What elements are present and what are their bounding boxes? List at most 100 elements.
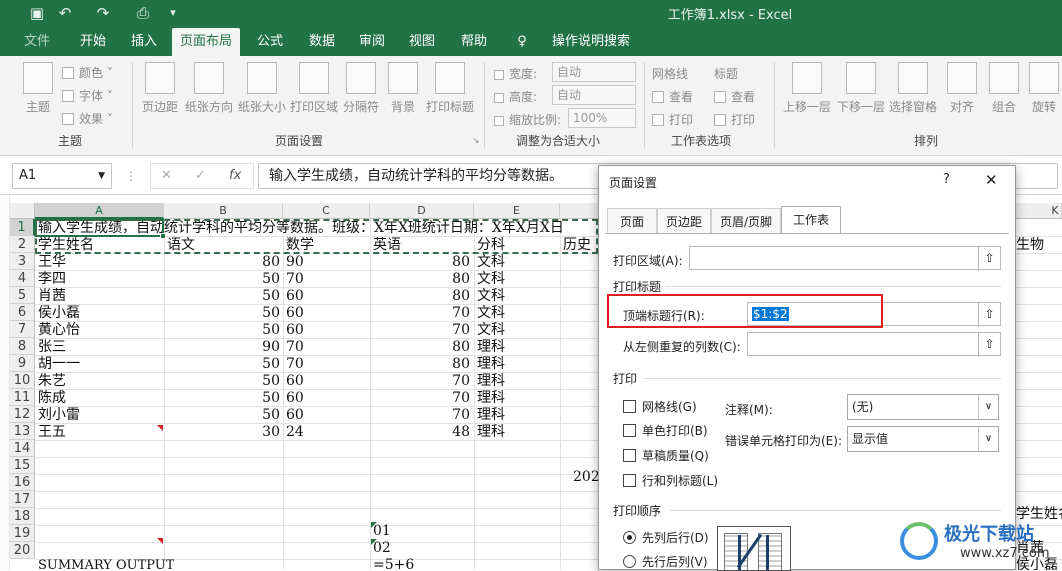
select-all-corner[interactable] [10, 203, 35, 219]
height-select[interactable]: 自动 [552, 85, 636, 105]
tab-help[interactable]: 帮助 [450, 28, 498, 56]
tab-view[interactable]: 视图 [398, 28, 446, 56]
size-button[interactable]: 纸张大小 [236, 62, 288, 115]
chinese-score-cell[interactable]: 50 [164, 407, 280, 424]
row-header[interactable]: 9 [10, 355, 35, 372]
gridlines-checkbox[interactable]: 网格线(G) [623, 398, 697, 415]
group-button[interactable]: 组合 [984, 62, 1024, 115]
headings-view-checkbox[interactable]: 查看 [714, 88, 755, 105]
track-cell[interactable]: 理科 [477, 373, 505, 390]
chinese-score-cell[interactable]: 50 [164, 288, 280, 305]
row-header[interactable]: 19 [10, 525, 35, 542]
row-header[interactable]: 12 [10, 406, 35, 423]
tab-file[interactable]: 文件 [14, 28, 60, 56]
insert-function-icon[interactable]: fx [229, 168, 241, 183]
student-name-cell[interactable]: 侯小磊 [38, 305, 80, 322]
english-score-cell[interactable]: 70 [370, 305, 470, 322]
student-name-cell[interactable]: 张三 [38, 339, 66, 356]
student-name-cell[interactable]: 王华 [38, 254, 66, 271]
column-header-b[interactable]: B [164, 203, 283, 219]
chinese-score-cell[interactable]: 90 [164, 339, 280, 356]
cell-d18[interactable]: 01 [373, 523, 391, 540]
track-cell[interactable]: 文科 [477, 288, 505, 305]
close-button[interactable]: ✕ [985, 171, 998, 189]
chinese-score-cell[interactable]: 50 [164, 322, 280, 339]
column-header-e[interactable]: E [474, 203, 560, 219]
tab-sheet[interactable]: 工作表 [781, 206, 841, 234]
tab-page-layout[interactable]: 页面布局 [172, 28, 240, 56]
english-score-cell[interactable]: 80 [370, 254, 470, 271]
tab-formulas[interactable]: 公式 [246, 28, 294, 56]
collapse-icon[interactable]: ⇧ [978, 303, 1000, 327]
tab-page[interactable]: 页面 [607, 208, 657, 234]
track-cell[interactable]: 理科 [477, 424, 505, 441]
margins-button[interactable]: 页边距 [140, 62, 180, 115]
row-col-headings-checkbox[interactable]: 行和列标题(L) [623, 472, 718, 489]
rotate-button[interactable]: 旋转 [1026, 62, 1062, 115]
black-white-checkbox[interactable]: 单色打印(B) [623, 422, 708, 439]
chinese-score-cell[interactable]: 50 [164, 356, 280, 373]
chinese-score-cell[interactable]: 30 [164, 424, 280, 441]
draft-quality-checkbox[interactable]: 草稿质量(Q) [623, 447, 709, 464]
track-cell[interactable]: 理科 [477, 339, 505, 356]
effects-button[interactable]: 效果 ˅ [62, 110, 113, 127]
row-header[interactable]: 13 [10, 423, 35, 440]
english-score-cell[interactable]: 80 [370, 271, 470, 288]
math-score-cell[interactable]: 60 [286, 288, 304, 305]
tab-review[interactable]: 审阅 [348, 28, 396, 56]
align-button[interactable]: 对齐 [942, 62, 982, 115]
print-titles-button[interactable]: 打印标题 [424, 62, 476, 115]
tell-me-search[interactable]: 操作说明搜索 [536, 28, 646, 56]
student-name-cell[interactable]: 李四 [38, 271, 66, 288]
row-header[interactable]: 5 [10, 287, 35, 304]
chinese-score-cell[interactable]: 50 [164, 390, 280, 407]
comments-select[interactable]: (无) ∨ [847, 394, 999, 420]
errors-select[interactable]: 显示值 ∨ [847, 426, 999, 452]
student-name-cell[interactable]: 胡一一 [38, 356, 80, 373]
orientation-button[interactable]: 纸张方向 [183, 62, 235, 115]
row-header[interactable]: 17 [10, 491, 35, 508]
print-preview-icon[interactable]: ⎙ [134, 3, 152, 23]
math-score-cell[interactable]: 60 [286, 305, 304, 322]
row-header[interactable]: 2 [10, 236, 35, 253]
cols-repeat-input[interactable]: ⇧ [747, 332, 1001, 357]
over-then-down-radio[interactable]: 先行后列(V) [623, 553, 708, 570]
track-cell[interactable]: 理科 [477, 356, 505, 373]
english-score-cell[interactable]: 70 [370, 390, 470, 407]
print-area-button[interactable]: 打印区域 [289, 62, 339, 115]
column-header-a[interactable]: A [35, 203, 164, 219]
math-score-cell[interactable]: 70 [286, 271, 304, 288]
width-select[interactable]: 自动 [552, 62, 636, 82]
print-area-input[interactable]: ⇧ [689, 246, 1001, 271]
row-header[interactable]: 8 [10, 338, 35, 355]
scale-input[interactable]: 100% [568, 108, 636, 128]
student-name-cell[interactable]: 肖茜 [38, 288, 66, 305]
english-score-cell[interactable]: 70 [370, 407, 470, 424]
math-score-cell[interactable]: 60 [286, 390, 304, 407]
english-score-cell[interactable]: 80 [370, 339, 470, 356]
column-header-d[interactable]: D [370, 203, 474, 219]
english-score-cell[interactable]: 70 [370, 322, 470, 339]
math-score-cell[interactable]: 60 [286, 407, 304, 424]
student-name-cell[interactable]: 陈成 [38, 390, 66, 407]
student-name-cell[interactable]: 刘小雷 [38, 407, 80, 424]
row-header[interactable]: 7 [10, 321, 35, 338]
help-button[interactable]: ? [943, 172, 950, 187]
student-name-cell[interactable]: 朱艺 [38, 373, 66, 390]
math-score-cell[interactable]: 60 [286, 373, 304, 390]
column-header-c[interactable]: C [283, 203, 370, 219]
send-backward-button[interactable]: 下移一层 [834, 62, 888, 115]
english-score-cell[interactable]: 80 [370, 356, 470, 373]
tab-margins[interactable]: 页边距 [657, 208, 711, 234]
row-header[interactable]: 20 [10, 542, 35, 559]
fonts-button[interactable]: 字体 ˅ [62, 87, 113, 104]
english-score-cell[interactable]: 70 [370, 373, 470, 390]
track-cell[interactable]: 文科 [477, 322, 505, 339]
row-header[interactable]: 1 [10, 219, 35, 236]
column-header-k[interactable]: K [1048, 203, 1062, 219]
save-icon[interactable]: ▣ [28, 3, 46, 23]
row-header[interactable]: 16 [10, 474, 35, 491]
tab-header-footer[interactable]: 页眉/页脚 [711, 208, 781, 234]
cell-a20[interactable]: SUMMARY OUTPUT [38, 557, 174, 570]
redo-icon[interactable]: ↷ [94, 3, 112, 23]
